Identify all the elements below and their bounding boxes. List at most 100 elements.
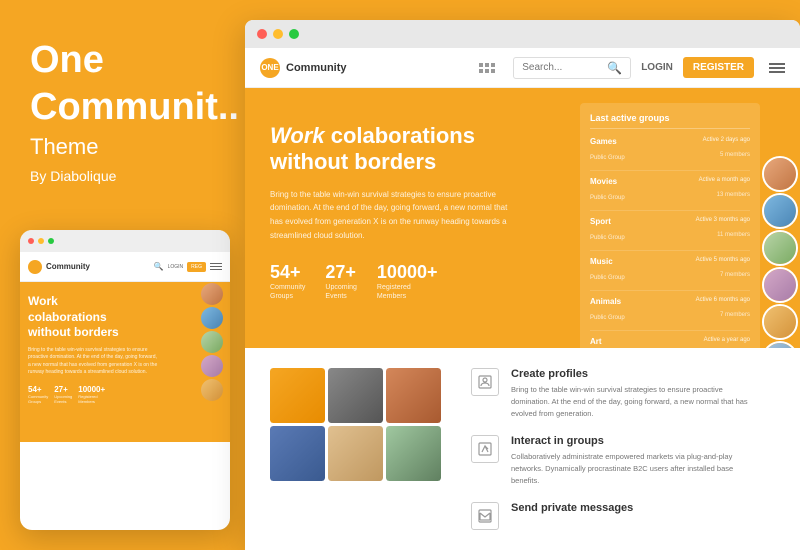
group-name-movies: Movies — [590, 177, 625, 186]
theme-title-line1: One — [30, 40, 220, 82]
register-button[interactable]: REGISTER — [683, 57, 754, 78]
mobile-stat-events: 27+ UpcomingEvents — [54, 385, 72, 404]
group-type-sport: Public Group — [590, 235, 625, 241]
group-members-games: 5 members — [720, 152, 750, 158]
mobile-stat-groups: 54+ CommunityGroups — [28, 385, 48, 404]
group-name-art: Art — [590, 337, 625, 346]
hero-stats: 54+ CommunityGroups 27+ UpcomingEvents 1… — [270, 262, 550, 301]
search-input[interactable] — [522, 62, 602, 73]
mobile-mockup: Community 🔍 LOGIN REG Workcolaborationsw… — [20, 230, 230, 530]
create-profiles-icon — [471, 368, 499, 396]
mobile-stat-events-value: 27+ — [54, 385, 72, 394]
group-item-movies: Movies Public Group Active a month ago 1… — [590, 177, 750, 211]
feature-interact-groups: Interact in groups Collaboratively admin… — [471, 435, 775, 487]
mobile-stat-events-label: UpcomingEvents — [54, 394, 72, 404]
group-active-sport: Active 3 months ago — [696, 217, 750, 223]
mobile-hero-description: Bring to the table win-win survival stra… — [28, 347, 158, 377]
hero-heading-italic: Work — [270, 123, 325, 148]
site-logo-circle: ONE — [260, 58, 280, 78]
avatar-6[interactable] — [762, 341, 798, 348]
mobile-top-bar — [20, 230, 230, 252]
feature-interact-groups-desc: Collaboratively administrate empowered m… — [511, 451, 761, 487]
mobile-stat-members-label: RegisteredMembers — [78, 394, 105, 404]
mobile-logo-circle — [28, 260, 42, 274]
site-logo-area: ONE Community — [260, 58, 347, 78]
theme-subtitle: Theme — [30, 134, 220, 160]
mobile-stat-members-value: 10000+ — [78, 385, 105, 394]
group-item-sport: Sport Public Group Active 3 months ago 1… — [590, 217, 750, 251]
photo-2 — [328, 368, 383, 423]
group-members-animals: 7 members — [720, 312, 750, 318]
hero-stat-members-value: 10000+ — [377, 262, 438, 283]
browser-top-bar — [245, 20, 800, 48]
mobile-register-btn[interactable]: REG — [187, 262, 206, 272]
login-button[interactable]: LOGIN — [641, 62, 673, 73]
avatar-5[interactable] — [762, 304, 798, 340]
browser-dot-green — [289, 29, 299, 39]
mobile-hero-heading: Workcolaborationswithout borders — [28, 294, 158, 341]
mobile-dot-yellow — [38, 238, 44, 244]
groups-panel: Last active groups Games Public Group Ac… — [580, 103, 760, 348]
hero-stat-groups-value: 54+ — [270, 262, 305, 283]
group-active-games: Active 2 days ago — [703, 137, 750, 143]
hero-stat-members: 10000+ RegisteredMembers — [377, 262, 438, 301]
mobile-dot-red — [28, 238, 34, 244]
site-hero: Work colaborationswithout borders Bring … — [245, 88, 800, 348]
group-item-animals: Animals Public Group Active 6 months ago… — [590, 297, 750, 331]
feature-create-profiles: Create profiles Bring to the table win-w… — [471, 368, 775, 420]
feature-create-profiles-desc: Bring to the table win-win survival stra… — [511, 384, 761, 420]
search-icon: 🔍 — [607, 61, 622, 75]
browser-dot-yellow — [273, 29, 283, 39]
hamburger-icon[interactable] — [769, 63, 785, 73]
photo-3 — [386, 368, 441, 423]
photo-4 — [270, 426, 325, 481]
feature-send-messages: Send private messages — [471, 502, 775, 530]
hero-stat-groups-label: CommunityGroups — [270, 283, 305, 301]
mobile-login-btn[interactable]: LOGIN — [168, 264, 184, 270]
hero-stat-events-label: UpcomingEvents — [325, 283, 357, 301]
avatar-4[interactable] — [762, 267, 798, 303]
avatar-1[interactable] — [762, 156, 798, 192]
group-item-games: Games Public Group Active 2 days ago 5 m… — [590, 137, 750, 171]
group-active-music: Active 5 months ago — [696, 257, 750, 263]
mobile-stat-groups-value: 54+ — [28, 385, 48, 394]
site-search-area[interactable]: 🔍 — [513, 57, 631, 79]
photo-5 — [328, 426, 383, 481]
theme-author: By Diabolique — [30, 168, 220, 184]
group-members-music: 7 members — [720, 272, 750, 278]
mobile-dot-green — [48, 238, 54, 244]
groups-panel-title: Last active groups — [590, 113, 750, 129]
photo-1 — [270, 368, 325, 423]
mobile-hero-avatars — [200, 282, 230, 442]
photo-6 — [386, 426, 441, 481]
group-active-movies: Active a month ago — [699, 177, 750, 183]
avatar-2[interactable] — [762, 193, 798, 229]
mobile-logo-area: Community — [28, 260, 90, 274]
group-item-art: Art Public Group Active a year ago 11 me… — [590, 337, 750, 348]
mobile-stat-groups-label: CommunityGroups — [28, 394, 48, 404]
grid-icon[interactable] — [479, 63, 495, 73]
mobile-stats: 54+ CommunityGroups 27+ UpcomingEvents 1… — [28, 385, 222, 404]
mobile-hamburger-icon[interactable] — [210, 263, 222, 271]
feature-interact-groups-title: Interact in groups — [511, 435, 761, 447]
site-logo-text: Community — [286, 62, 347, 74]
theme-title-line2: Communit.. — [30, 87, 220, 129]
mobile-hero: Workcolaborationswithout borders Bring t… — [20, 282, 230, 442]
group-name-animals: Animals — [590, 297, 625, 306]
hero-stat-members-label: RegisteredMembers — [377, 283, 438, 301]
hero-stat-events-value: 27+ — [325, 262, 357, 283]
group-type-games: Public Group — [590, 155, 625, 161]
feature-send-messages-title: Send private messages — [511, 502, 633, 514]
features-list: Create profiles Bring to the table win-w… — [471, 368, 775, 545]
avatar-3[interactable] — [762, 230, 798, 266]
group-item-music: Music Public Group Active 5 months ago 7… — [590, 257, 750, 291]
mobile-stat-members: 10000+ RegisteredMembers — [78, 385, 105, 404]
site-header: ONE Community 🔍 LOGIN REGISTER — [245, 48, 800, 88]
group-members-movies: 13 members — [717, 192, 750, 198]
send-messages-icon — [471, 502, 499, 530]
group-members-sport: 11 members — [717, 232, 750, 238]
left-panel: One Communit.. Theme By Diabolique Commu… — [0, 0, 240, 550]
group-active-art: Active a year ago — [704, 337, 750, 343]
mobile-search-icon: 🔍 — [154, 262, 164, 271]
mobile-nav: Community 🔍 LOGIN REG — [20, 252, 230, 282]
